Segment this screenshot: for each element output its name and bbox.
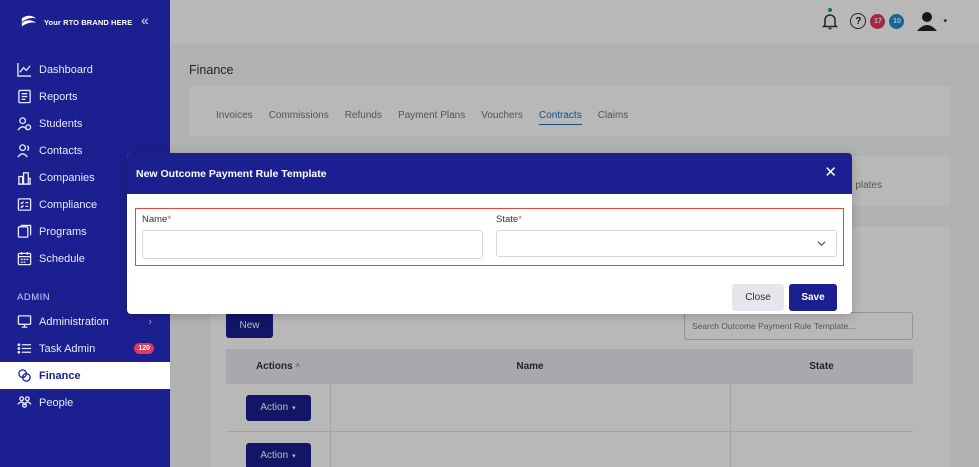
new-template-modal: New Outcome Payment Rule Template ✕ Name… — [127, 153, 852, 314]
sidebar-item-label: Programs — [39, 225, 87, 238]
name-label-text: Name — [142, 214, 168, 225]
calendar-icon — [17, 251, 32, 266]
report-icon — [17, 89, 32, 104]
save-button[interactable]: Save — [789, 284, 837, 311]
brand-logo-icon — [20, 13, 38, 31]
sidebar-item-students[interactable]: Students — [0, 110, 170, 137]
compliance-icon — [17, 197, 32, 212]
close-icon[interactable]: ✕ — [824, 165, 837, 180]
brand[interactable]: Your RTO BRAND HERE « — [0, 0, 170, 44]
brand-name: Your RTO BRAND HERE — [44, 17, 133, 27]
companies-icon — [17, 170, 32, 185]
sidebar-item-label: Finance — [39, 369, 81, 382]
modal-header: New Outcome Payment Rule Template ✕ — [127, 153, 852, 194]
people-icon — [17, 395, 32, 410]
monitor-icon — [17, 314, 32, 329]
name-field-label: Name* — [142, 214, 171, 225]
sidebar-item-task-admin[interactable]: Task Admin 120 — [0, 335, 170, 362]
sidebar-item-label: Contacts — [39, 144, 83, 157]
sidebar-item-label: Compliance — [39, 198, 98, 211]
sidebar-item-label: Dashboard — [39, 63, 93, 76]
finance-icon — [17, 368, 32, 383]
sidebar-item-label: Companies — [39, 171, 95, 184]
sidebar-item-label: Administration — [39, 315, 109, 328]
required-mark: * — [167, 214, 172, 225]
contacts-icon — [17, 143, 32, 158]
modal-title: New Outcome Payment Rule Template — [136, 167, 327, 180]
name-field[interactable] — [142, 230, 483, 259]
close-button[interactable]: Close — [732, 284, 784, 311]
sidebar-item-people[interactable]: People — [0, 389, 170, 416]
state-field-label: State* — [496, 214, 522, 225]
state-label-text: State — [496, 214, 519, 225]
students-icon — [17, 116, 32, 131]
sidebar-item-reports[interactable]: Reports — [0, 83, 170, 110]
list-icon — [17, 341, 32, 356]
sidebar-item-label: People — [39, 396, 74, 409]
task-count-badge: 120 — [134, 343, 154, 354]
sidebar-item-finance[interactable]: Finance — [0, 362, 170, 389]
chevron-down-icon — [817, 237, 826, 247]
template-form: Name* State* — [135, 208, 844, 266]
chevron-right-icon: › — [148, 315, 152, 328]
required-mark: * — [518, 214, 522, 225]
collapse-sidebar-icon[interactable]: « — [141, 12, 149, 28]
sidebar-item-label: Task Admin — [39, 342, 96, 355]
sidebar-item-label: Schedule — [39, 252, 85, 265]
sidebar-item-label: Reports — [39, 90, 78, 103]
sidebar-item-label: Students — [39, 117, 83, 130]
sidebar-item-dashboard[interactable]: Dashboard — [0, 56, 170, 83]
state-select[interactable] — [496, 230, 837, 257]
chart-line-icon — [17, 62, 32, 77]
modal-footer: Close Save — [732, 284, 837, 311]
programs-icon — [17, 224, 32, 239]
